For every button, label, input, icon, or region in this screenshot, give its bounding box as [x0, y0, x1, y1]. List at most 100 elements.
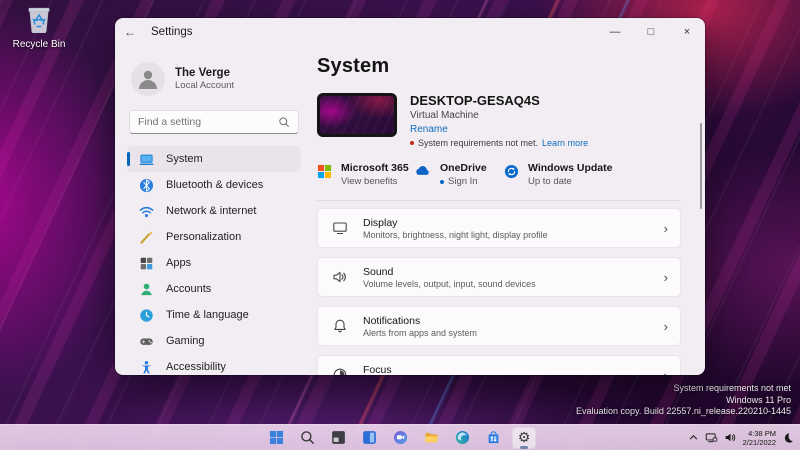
settings-sidebar: The Verge Local Account System Bluetooth…: [115, 46, 311, 375]
back-button[interactable]: ←: [115, 25, 145, 39]
tray-date: 2/21/2022: [743, 438, 776, 447]
settings-taskbar-button[interactable]: ⚙: [512, 427, 536, 449]
settings-cards: Display Monitors, brightness, night ligh…: [317, 208, 681, 375]
sidebar-item-label: Personalization: [166, 231, 241, 243]
account-block[interactable]: The Verge Local Account: [131, 62, 301, 96]
card-title: Sound: [363, 266, 649, 278]
device-warning-text: System requirements not met.: [418, 138, 538, 148]
device-subtitle: Virtual Machine: [410, 110, 588, 121]
card-title: Notifications: [363, 315, 649, 327]
sign-in-dot-icon: [440, 180, 444, 184]
card-title: Focus: [363, 364, 649, 376]
network-tray-icon[interactable]: [705, 431, 718, 444]
quick-action-subtitle: View benefits: [341, 176, 409, 187]
scrollbar[interactable]: [700, 123, 702, 209]
sidebar-item-personalization[interactable]: Personalization: [127, 224, 301, 250]
focus-icon: [332, 367, 348, 375]
card-title: Display: [363, 217, 649, 229]
wifi-icon: [139, 204, 154, 219]
sidebar-item-accounts[interactable]: Accounts: [127, 276, 301, 302]
avatar: [131, 62, 165, 96]
tray-time: 4:38 PM: [743, 429, 776, 438]
card-display[interactable]: Display Monitors, brightness, night ligh…: [317, 208, 681, 248]
quick-action-microsoft-365[interactable]: Microsoft 365 View benefits: [317, 162, 414, 187]
store-button[interactable]: [481, 427, 505, 449]
start-button[interactable]: [264, 427, 288, 449]
device-wallpaper-thumbnail: [317, 93, 397, 137]
quick-action-windows-update[interactable]: Windows Update Up to date: [504, 162, 613, 187]
chevron-right-icon: ›: [664, 221, 668, 236]
sidebar-nav: System Bluetooth & devices Network & int…: [127, 146, 301, 375]
sidebar-item-label: Accessibility: [166, 361, 226, 373]
watermark-line-2: Windows 11 Pro: [576, 395, 791, 407]
sound-icon: [332, 269, 348, 285]
sidebar-item-label: Accounts: [166, 283, 211, 295]
notifications-icon: [332, 318, 348, 334]
learn-more-link[interactable]: Learn more: [542, 138, 588, 148]
clock[interactable]: 4:38 PM 2/21/2022: [743, 429, 776, 447]
sidebar-item-network-internet[interactable]: Network & internet: [127, 198, 301, 224]
personalization-icon: [139, 230, 154, 245]
quick-action-subtitle: Up to date: [528, 176, 613, 187]
chat-button[interactable]: [388, 427, 412, 449]
account-type: Local Account: [175, 80, 234, 91]
gaming-icon: [139, 334, 154, 349]
search-box[interactable]: [129, 110, 299, 134]
sidebar-item-gaming[interactable]: Gaming: [127, 328, 301, 354]
sidebar-item-label: Time & language: [166, 309, 249, 321]
sidebar-item-time-language[interactable]: Time & language: [127, 302, 301, 328]
chevron-right-icon: ›: [664, 368, 668, 376]
tray-show-hidden-icons[interactable]: [688, 432, 699, 443]
accounts-icon: [139, 282, 154, 297]
widgets-button[interactable]: [357, 427, 381, 449]
system-page: System DESKTOP-GESAQ4S Virtual Machine R…: [311, 46, 705, 375]
titlebar[interactable]: ← Settings — □ ×: [115, 18, 705, 46]
card-subtitle: Volume levels, output, input, sound devi…: [363, 279, 649, 289]
taskbar: ⚙ 4:38 PM 2/21/2022: [0, 424, 800, 450]
maximize-button[interactable]: □: [633, 18, 669, 46]
watermark-line-3: Evaluation copy. Build 22557.ni_release.…: [576, 406, 791, 418]
settings-window: ← Settings — □ × The Verge Local Account: [115, 18, 705, 375]
sidebar-item-apps[interactable]: Apps: [127, 250, 301, 276]
minimize-button[interactable]: —: [597, 18, 633, 46]
bluetooth-icon: [139, 178, 154, 193]
warning-dot-icon: [410, 141, 414, 145]
sidebar-item-label: Bluetooth & devices: [166, 179, 263, 191]
sidebar-item-label: Gaming: [166, 335, 205, 347]
card-subtitle: Monitors, brightness, night light, displ…: [363, 230, 649, 240]
quick-action-title: OneDrive: [440, 162, 487, 174]
display-icon: [332, 220, 348, 236]
recycle-bin-label: Recycle Bin: [8, 39, 70, 50]
microsoft-365-icon: [317, 164, 332, 179]
file-explorer-button[interactable]: [419, 427, 443, 449]
search-icon: [278, 116, 290, 128]
sidebar-item-label: System: [166, 153, 203, 165]
card-sound[interactable]: Sound Volume levels, output, input, soun…: [317, 257, 681, 297]
sidebar-item-system[interactable]: System: [127, 146, 301, 172]
evaluation-watermark: System requirements not met Windows 11 P…: [576, 383, 791, 418]
quick-action-subtitle: Sign In: [448, 176, 478, 187]
search-input[interactable]: [138, 116, 278, 128]
quick-actions-row: Microsoft 365 View benefits OneDrive Sig…: [317, 162, 681, 187]
card-subtitle: Alerts from apps and system: [363, 328, 649, 338]
recycle-bin-icon: [8, 5, 70, 38]
edge-button[interactable]: [450, 427, 474, 449]
sidebar-item-bluetooth-devices[interactable]: Bluetooth & devices: [127, 172, 301, 198]
window-title: Settings: [151, 26, 193, 38]
accessibility-icon: [139, 360, 154, 375]
recycle-bin-shortcut[interactable]: Recycle Bin: [8, 5, 70, 50]
quick-action-onedrive[interactable]: OneDrive Sign In: [414, 162, 504, 187]
card-notifications[interactable]: Notifications Alerts from apps and syste…: [317, 306, 681, 346]
sidebar-item-label: Network & internet: [166, 205, 256, 217]
volume-tray-icon[interactable]: [724, 431, 737, 444]
task-view-button[interactable]: [326, 427, 350, 449]
card-focus[interactable]: Focus Reduce distractions ›: [317, 355, 681, 375]
close-button[interactable]: ×: [669, 18, 705, 46]
search-button[interactable]: [295, 427, 319, 449]
rename-link[interactable]: Rename: [410, 124, 588, 135]
quick-action-title: Windows Update: [528, 162, 613, 174]
do-not-disturb-moon-icon[interactable]: [782, 432, 794, 444]
sidebar-item-accessibility[interactable]: Accessibility: [127, 354, 301, 375]
time-language-icon: [139, 308, 154, 323]
watermark-line-1: System requirements not met: [576, 383, 791, 395]
